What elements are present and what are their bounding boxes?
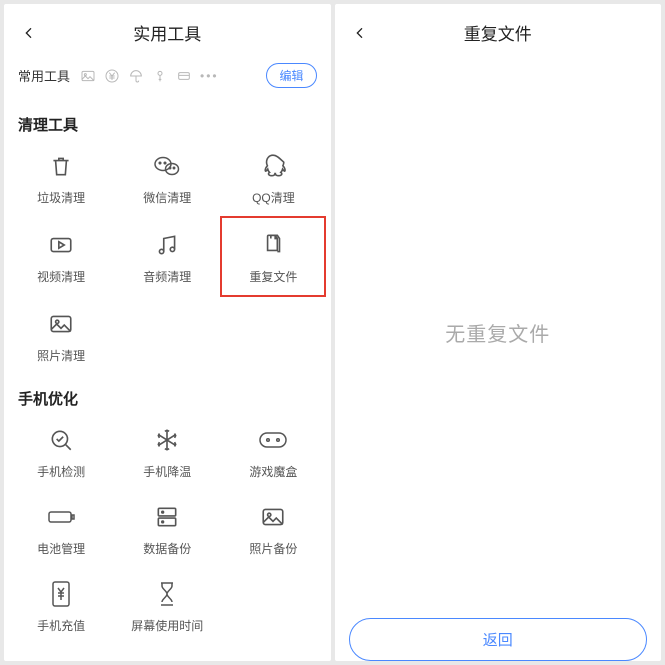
tool-label: 手机充值	[37, 617, 85, 634]
wechat-icon	[152, 151, 182, 181]
umbrella-icon[interactable]	[128, 68, 144, 84]
tool-diag[interactable]: 手机检测	[8, 413, 114, 490]
tool-wechat[interactable]: 微信清理	[114, 139, 220, 216]
tool-label: 照片清理	[37, 347, 85, 364]
audio-icon	[152, 230, 182, 260]
right-topbar: 重复文件	[335, 4, 662, 57]
favorites-icons: •••	[80, 68, 219, 84]
left-title: 实用工具	[18, 20, 317, 45]
left-topbar: 实用工具	[4, 4, 331, 57]
photo-icon	[258, 502, 288, 532]
tool-label: 音频清理	[143, 268, 191, 285]
tool-duplicate[interactable]: 重复文件	[220, 216, 326, 297]
tool-label: 视频清理	[37, 268, 85, 285]
favorites-label: 常用工具	[18, 66, 70, 85]
right-title: 重复文件	[349, 20, 648, 45]
section-title-opt: 手机优化	[4, 374, 331, 413]
favorites-row: 常用工具 ••• 编辑	[4, 57, 331, 100]
tool-gamepad[interactable]: 游戏魔盒	[220, 413, 326, 490]
card-icon[interactable]	[176, 68, 192, 84]
clean-grid: 垃圾清理 微信清理 QQ清理视频清理 音频清理 重复文件照片清理	[4, 139, 331, 374]
backup-icon	[152, 502, 182, 532]
photo-icon	[46, 309, 76, 339]
tool-snow[interactable]: 手机降温	[114, 413, 220, 490]
tool-label: 重复文件	[249, 268, 297, 285]
tool-audio[interactable]: 音频清理	[114, 216, 220, 297]
tool-label: 数据备份	[143, 540, 191, 557]
tool-hourglass[interactable]: 屏幕使用时间	[114, 567, 220, 644]
tool-photo[interactable]: 照片备份	[220, 490, 326, 567]
tool-label: 电池管理	[37, 540, 85, 557]
battery-icon	[46, 502, 76, 532]
left-panel: 实用工具 常用工具 ••• 编辑 清理工具 垃圾清理 微信清理 QQ清理视频清理 音频…	[4, 4, 331, 661]
photo-icon[interactable]	[80, 68, 96, 84]
snow-icon	[152, 425, 182, 455]
empty-state-text: 无重复文件	[445, 318, 550, 347]
section-title-clean: 清理工具	[4, 100, 331, 139]
tool-backup[interactable]: 数据备份	[114, 490, 220, 567]
opt-grid: 手机检测 手机降温 游戏魔盒电池管理 数据备份 照片备份手机充值 屏幕使用时间	[4, 413, 331, 644]
trash-icon	[46, 151, 76, 181]
tool-photo[interactable]: 照片清理	[8, 297, 114, 374]
right-body: 无重复文件	[335, 57, 662, 608]
duplicate-icon	[258, 230, 288, 260]
tool-label: 手机检测	[37, 463, 85, 480]
gamepad-icon	[258, 425, 288, 455]
diag-icon	[46, 425, 76, 455]
tool-video[interactable]: 视频清理	[8, 216, 114, 297]
hourglass-icon	[152, 579, 182, 609]
tool-label: 垃圾清理	[37, 189, 85, 206]
tool-label: 游戏魔盒	[249, 463, 297, 480]
tool-label: 手机降温	[143, 463, 191, 480]
video-icon	[46, 230, 76, 260]
tool-trash[interactable]: 垃圾清理	[8, 139, 114, 216]
tool-qq[interactable]: QQ清理	[220, 139, 326, 216]
tool-battery[interactable]: 电池管理	[8, 490, 114, 567]
tool-label: QQ清理	[252, 189, 295, 206]
key-icon[interactable]	[152, 68, 168, 84]
tool-yen[interactable]: 手机充值	[8, 567, 114, 644]
more-icon[interactable]: •••	[200, 69, 219, 83]
tool-label: 屏幕使用时间	[131, 617, 203, 634]
tool-label: 微信清理	[143, 189, 191, 206]
tool-label: 照片备份	[249, 540, 297, 557]
qq-icon	[258, 151, 288, 181]
right-panel: 重复文件 无重复文件 返回	[335, 4, 662, 661]
return-button[interactable]: 返回	[349, 618, 648, 661]
yen-icon[interactable]	[104, 68, 120, 84]
yen-icon	[46, 579, 76, 609]
edit-button[interactable]: 编辑	[266, 63, 316, 88]
